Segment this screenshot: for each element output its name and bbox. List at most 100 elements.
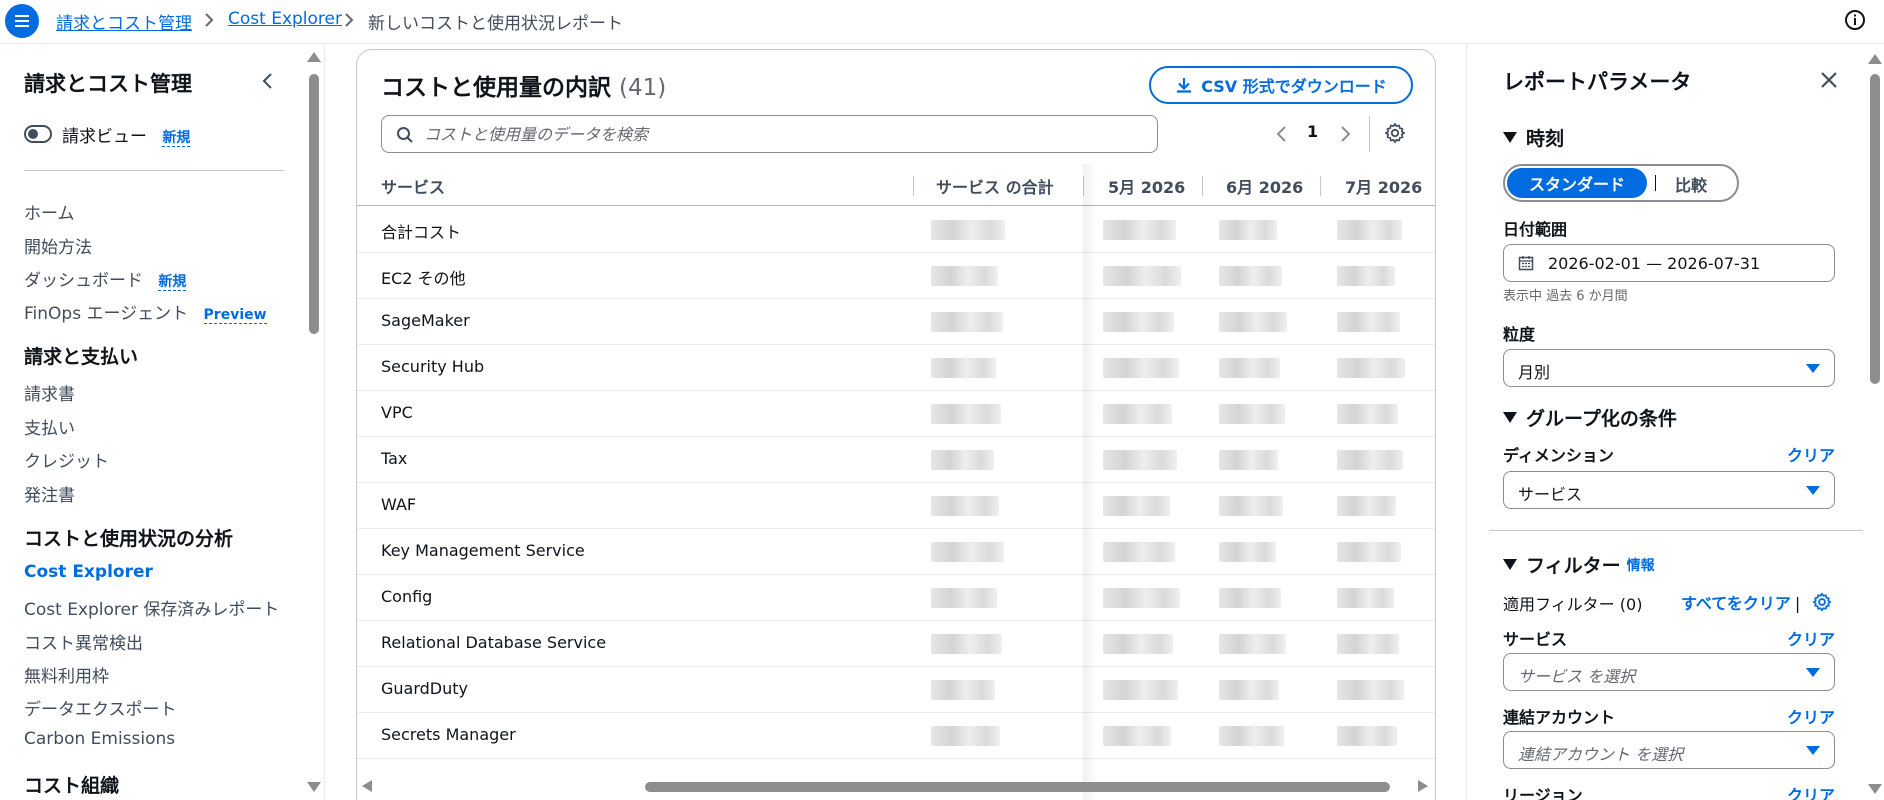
nav-title: 請求とコスト管理 (24, 72, 192, 96)
scroll-left-arrow[interactable] (362, 780, 372, 792)
filter-settings-icon[interactable] (1812, 592, 1832, 612)
scroll-right-arrow[interactable] (1418, 780, 1428, 792)
panel-title: コストと使用量の内訳 (41) (381, 75, 667, 101)
redacted-cost-cell (1219, 680, 1279, 700)
linked-account-select[interactable]: 連結アカウント を選択 (1503, 731, 1835, 769)
column-resizer[interactable] (1202, 176, 1203, 196)
download-icon (1177, 78, 1192, 93)
redacted-cost-cell (931, 634, 1002, 654)
service-name-cell: Tax (381, 449, 408, 468)
new-badge[interactable]: 新規 (162, 130, 191, 147)
column-june-2026[interactable]: 6月 2026 (1226, 174, 1303, 198)
redacted-cost-cell (1219, 450, 1278, 470)
dimension-select[interactable]: サービス (1503, 471, 1835, 509)
nav-item-saved-reports[interactable]: Cost Explorer 保存済みレポート (24, 595, 279, 620)
calendar-icon (1518, 256, 1534, 271)
service-filter-clear-link[interactable]: クリア (1787, 626, 1835, 650)
current-page[interactable]: 1 (1307, 122, 1318, 141)
column-resizer[interactable] (1320, 176, 1321, 196)
redacted-cost-cell (1103, 496, 1170, 516)
nav-item-home[interactable]: ホーム (24, 199, 75, 224)
breadcrumb-billing[interactable]: 請求とコスト管理 (56, 9, 192, 34)
sticky-column-shadow (1083, 164, 1097, 800)
column-may-2026[interactable]: 5月 2026 (1108, 174, 1185, 198)
segment-standard[interactable]: スタンダード (1507, 168, 1647, 198)
redacted-cost-cell (931, 726, 1000, 746)
table-row: Tax (357, 437, 1435, 483)
previous-page-icon[interactable] (1272, 123, 1292, 145)
redacted-cost-cell (1103, 220, 1176, 240)
filter-info-link[interactable]: 情報 (1627, 558, 1655, 574)
granularity-select[interactable]: 月別 (1503, 349, 1835, 387)
scroll-down-arrow[interactable] (307, 782, 321, 792)
redacted-cost-cell (1337, 404, 1398, 424)
service-filter-placeholder: サービス を選択 (1518, 667, 1636, 686)
column-service-total[interactable]: サービス の合計 (936, 174, 1054, 198)
hamburger-icon (15, 15, 29, 27)
redacted-cost-cell (1337, 542, 1401, 562)
nav-item-payments[interactable]: 支払い (24, 414, 75, 439)
close-icon[interactable] (1819, 70, 1839, 90)
collapse-nav-icon[interactable] (258, 71, 278, 91)
nav-item-finops-agent[interactable]: FinOps エージェント Preview (24, 299, 267, 324)
breadcrumb-cost-explorer[interactable]: Cost Explorer (228, 9, 342, 29)
billing-view-toggle[interactable] (24, 125, 52, 143)
nav-item-anomaly-detection[interactable]: コスト異常検出 (24, 629, 143, 654)
table-horizontal-scrollbar[interactable] (645, 782, 1390, 792)
column-july-2026[interactable]: 7月 2026 (1345, 174, 1422, 198)
caret-down-icon (1503, 559, 1517, 570)
caret-down-icon (1503, 412, 1517, 423)
redacted-cost-cell (1103, 634, 1173, 654)
region-clear-link[interactable]: クリア (1787, 782, 1835, 800)
column-service[interactable]: サービス (381, 174, 445, 198)
table-row: Secrets Manager (357, 713, 1435, 759)
download-csv-button[interactable]: CSV 形式でダウンロード (1149, 66, 1413, 104)
nav-item-data-exports[interactable]: データエクスポート (24, 695, 177, 720)
date-range-picker[interactable]: 2026-02-01 — 2026-07-31 (1503, 244, 1835, 282)
granularity-label: 粒度 (1503, 325, 1536, 344)
redacted-cost-cell (1219, 496, 1283, 516)
nav-item-dashboard[interactable]: ダッシュボード 新規 (24, 266, 187, 291)
redacted-cost-cell (1219, 312, 1287, 332)
search-input[interactable] (424, 122, 1144, 146)
gear-icon[interactable] (1384, 122, 1406, 144)
time-section-toggle[interactable]: 時刻 (1503, 124, 1564, 151)
linked-account-label: 連結アカウント (1503, 708, 1616, 727)
column-resizer[interactable] (913, 176, 914, 196)
service-name-cell: VPC (381, 403, 413, 422)
service-name-cell: Relational Database Service (381, 633, 607, 652)
service-filter-select[interactable]: サービス を選択 (1503, 653, 1835, 691)
info-icon[interactable] (1844, 9, 1866, 31)
nav-item-purchase-orders[interactable]: 発注書 (24, 481, 75, 506)
redacted-cost-cell (1219, 358, 1280, 378)
nav-item-credits[interactable]: クレジット (24, 447, 109, 472)
nav-item-cost-explorer[interactable]: Cost Explorer (24, 562, 153, 582)
redacted-cost-cell (1103, 588, 1180, 608)
nav-item-invoices[interactable]: 請求書 (24, 380, 75, 405)
table-row: Relational Database Service (357, 621, 1435, 667)
service-name-cell: Config (381, 587, 433, 606)
next-page-icon[interactable] (1335, 123, 1355, 145)
service-name-cell: WAF (381, 495, 417, 514)
dimension-clear-link[interactable]: クリア (1787, 442, 1835, 466)
segment-compare[interactable]: 比較 (1675, 172, 1707, 196)
clear-all-filters-link[interactable]: すべてをクリア | (1681, 590, 1800, 614)
group-by-section-toggle[interactable]: グループ化の条件 (1503, 404, 1677, 431)
nav-scrollbar-thumb[interactable] (309, 74, 319, 334)
date-range-hint: 表示中 過去 6 か月間 (1503, 289, 1628, 304)
menu-button[interactable] (5, 4, 39, 38)
panel-scrollbar-thumb[interactable] (1870, 74, 1880, 384)
search-field[interactable] (381, 115, 1158, 153)
filter-section-toggle[interactable]: フィルター 情報 (1503, 551, 1655, 578)
preview-badge: Preview (203, 307, 267, 324)
table-row: GuardDuty (357, 667, 1435, 713)
pagination-divider (1369, 116, 1370, 152)
nav-item-getting-started[interactable]: 開始方法 (24, 233, 92, 258)
scroll-up-arrow[interactable] (307, 52, 321, 62)
scroll-down-arrow[interactable] (1868, 784, 1882, 794)
nav-item-free-tier[interactable]: 無料利用枠 (24, 662, 109, 687)
nav-item-carbon-emissions[interactable]: Carbon Emissions (24, 729, 175, 749)
redacted-cost-cell (1219, 588, 1281, 608)
linked-account-clear-link[interactable]: クリア (1787, 704, 1835, 728)
scroll-up-arrow[interactable] (1868, 54, 1882, 64)
